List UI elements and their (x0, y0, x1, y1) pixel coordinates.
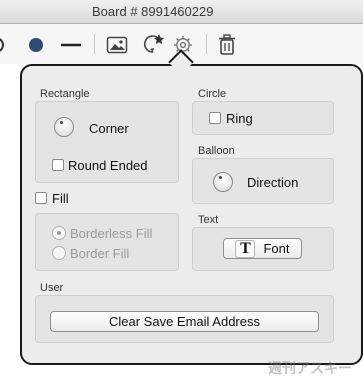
favorite-add-icon[interactable] (141, 33, 165, 55)
round-ended-label: Round Ended (68, 158, 148, 173)
font-button[interactable]: T Font (223, 238, 302, 259)
font-glyph-icon: T (235, 239, 256, 258)
window-titlebar: Board # 8991460229 (0, 0, 363, 24)
corner-label: Corner (89, 121, 129, 136)
window-title: Board # 8991460229 (92, 4, 214, 19)
direction-label: Direction (247, 175, 299, 190)
rectangle-label: Rectangle (40, 88, 90, 100)
publisher-watermark: 週刊アスキー (268, 361, 352, 377)
toolbar-separator (206, 34, 207, 54)
ring-checkbox[interactable] (209, 112, 221, 124)
color-dot-icon[interactable] (28, 37, 44, 53)
font-button-label: Font (263, 241, 290, 256)
border-fill-label: Border Fill (70, 246, 130, 261)
circle-label: Circle (198, 88, 227, 100)
borderless-fill-radio[interactable] (52, 226, 66, 240)
round-ended-checkbox[interactable] (52, 159, 64, 171)
corner-knob[interactable] (54, 117, 74, 137)
text-label: Text (198, 214, 219, 226)
image-icon[interactable] (106, 35, 128, 55)
trash-icon[interactable] (218, 34, 236, 56)
fill-group (35, 213, 179, 271)
balloon-label: Balloon (198, 145, 235, 157)
fill-checkbox[interactable] (35, 192, 47, 204)
clear-save-email-label: Clear Save Email Address (108, 314, 260, 329)
toolbar-separator (94, 34, 95, 54)
clear-save-email-button[interactable]: Clear Save Email Address (50, 311, 319, 332)
direction-knob[interactable] (213, 172, 233, 192)
line-width-icon[interactable] (60, 37, 82, 53)
previous-tool-icon[interactable] (0, 37, 6, 53)
ring-label: Ring (226, 111, 253, 126)
fill-label: Fill (52, 191, 69, 206)
borderless-fill-label: Borderless Fill (70, 226, 153, 241)
user-label: User (40, 282, 64, 294)
border-fill-radio[interactable] (52, 246, 66, 260)
